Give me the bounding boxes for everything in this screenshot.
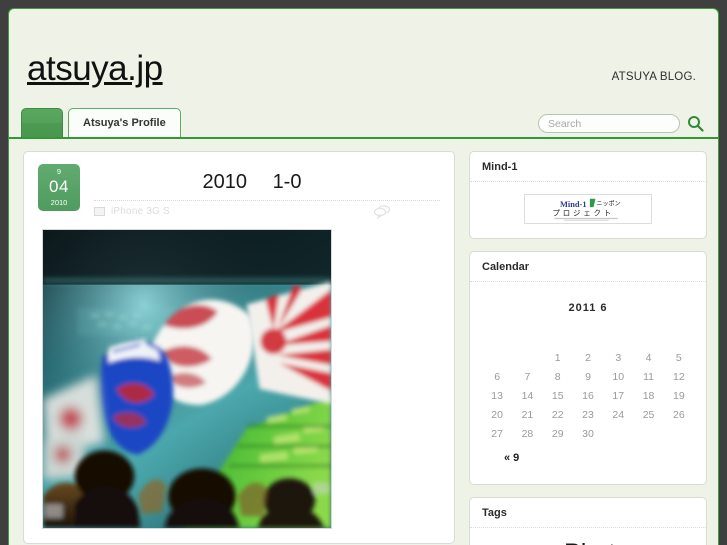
calendar-day-empty (482, 348, 512, 367)
nav-bar: Atsuya's Profile (9, 104, 718, 139)
post-date-day: 04 (49, 176, 69, 196)
calendar-prev-link[interactable]: « 9 (504, 452, 519, 464)
svg-text:プロジェクト: プロジェクト (553, 209, 615, 218)
calendar-day-23[interactable]: 23 (573, 405, 603, 424)
calendar-body: 1 2 3 4 5 6 7 8 9 10 11 12 13 14 15 16 17 18 19 20 21 22 23 24 2… (482, 348, 694, 443)
site-tagline: ATSUYA BLOG. (611, 71, 696, 83)
calendar-day-1[interactable]: 1 (543, 348, 573, 367)
calendar-weekday-1 (512, 332, 542, 348)
post-meta: iPhone 3G S (94, 200, 440, 220)
widget-calendar-title: Calendar (470, 252, 706, 282)
calendar-day-2[interactable]: 2 (573, 348, 603, 367)
calendar-day-26[interactable]: 26 (664, 405, 694, 424)
calendar-day-29[interactable]: 29 (543, 424, 573, 443)
calendar-day-10[interactable]: 10 (603, 367, 633, 386)
calendar-day-empty (633, 424, 663, 443)
calendar-weekday-6 (664, 332, 694, 348)
calendar-table: 2011 6 1 2 3 4 5 6 7 8 9 10 11 12 13 14 15 16 17 18 19 20 21… (482, 292, 694, 443)
calendar-day-5[interactable]: 5 (664, 348, 694, 367)
calendar-weekday-row (482, 332, 694, 348)
calendar-week-row: 6 7 8 9 10 11 12 (482, 367, 694, 386)
calendar-nav: « 9 (482, 443, 694, 472)
comment-bubble-icon[interactable] (372, 204, 392, 220)
calendar-week-row: 27 28 29 30 (482, 424, 694, 443)
calendar-week-row: 20 21 22 23 24 25 26 (482, 405, 694, 424)
calendar-day-30[interactable]: 30 (573, 424, 603, 443)
search-input[interactable] (538, 114, 680, 133)
search-button[interactable] (686, 115, 704, 133)
content-wrap: 9 04 2010 2010 1-0 iPhone 3G S Mind-1 Mi… (9, 139, 718, 545)
post-photo-frame[interactable] (42, 229, 332, 529)
sidebar: Mind-1 Mind-1 ニッポン プロジェクト Calendar 2011 … (469, 151, 707, 545)
nav-tab-profile[interactable]: Atsuya's Profile (68, 108, 181, 137)
nav-tab-profile-label: Atsuya's Profile (83, 117, 166, 129)
post-header-right: 2010 1-0 iPhone 3G S (94, 164, 440, 220)
calendar-day-11[interactable]: 11 (633, 367, 663, 386)
widget-calendar: Calendar 2011 6 1 2 3 4 5 6 7 8 9 10 11 12 13 14 15 16 1… (469, 251, 707, 485)
widget-calendar-body: 2011 6 1 2 3 4 5 6 7 8 9 10 11 12 13 14 15 16 17 18 19 20 21… (470, 282, 706, 484)
calendar-day-18[interactable]: 18 (633, 386, 663, 405)
calendar-day-20[interactable]: 20 (482, 405, 512, 424)
tab-list: Atsuya's Profile (21, 108, 181, 137)
widget-mind1-title: Mind-1 (470, 152, 706, 182)
calendar-day-7[interactable]: 7 (512, 367, 542, 386)
calendar-caption: 2011 6 (568, 302, 608, 314)
calendar-day-3[interactable]: 3 (603, 348, 633, 367)
widget-tags-body: FrontalePhotoSoccer (470, 528, 706, 545)
tag-cloud: FrontalePhotoSoccer (482, 538, 694, 545)
calendar-day-21[interactable]: 21 (512, 405, 542, 424)
main-column: 9 04 2010 2010 1-0 iPhone 3G S (23, 151, 455, 545)
site-header: atsuya.jp ATSUYA BLOG. (9, 9, 718, 104)
widget-tags: Tags FrontalePhotoSoccer (469, 497, 707, 545)
calendar-day-28[interactable]: 28 (512, 424, 542, 443)
folder-icon (94, 207, 105, 216)
calendar-day-27[interactable]: 27 (482, 424, 512, 443)
calendar-day-13[interactable]: 13 (482, 386, 512, 405)
svg-text:ニッポン: ニッポン (596, 199, 620, 207)
calendar-day-6[interactable]: 6 (482, 367, 512, 386)
mind1-banner-link[interactable]: Mind-1 ニッポン プロジェクト (482, 194, 694, 224)
calendar-day-8[interactable]: 8 (543, 367, 573, 386)
mind1-banner-image: Mind-1 ニッポン プロジェクト (524, 194, 652, 224)
stadium-flags-photo (43, 230, 331, 528)
calendar-day-19[interactable]: 19 (664, 386, 694, 405)
search-area (538, 114, 704, 133)
calendar-day-empty (603, 424, 633, 443)
post-title[interactable]: 2010 1-0 (94, 170, 440, 194)
calendar-weekday-5 (633, 332, 663, 348)
page-shell: atsuya.jp ATSUYA BLOG. Atsuya's Profile (8, 8, 719, 545)
widget-mind1-body: Mind-1 ニッポン プロジェクト (470, 182, 706, 238)
post-category-label[interactable]: iPhone 3G S (111, 206, 170, 217)
calendar-weekday-0 (482, 332, 512, 348)
widget-mind1: Mind-1 Mind-1 ニッポン プロジェクト (469, 151, 707, 239)
calendar-weekday-3 (573, 332, 603, 348)
tag-link-photo[interactable]: Photo (564, 539, 629, 545)
calendar-day-4[interactable]: 4 (633, 348, 663, 367)
nav-tab-home[interactable] (21, 108, 63, 137)
calendar-weekday-4 (603, 332, 633, 348)
site-title[interactable]: atsuya.jp (27, 51, 163, 86)
calendar-day-17[interactable]: 17 (603, 386, 633, 405)
calendar-day-14[interactable]: 14 (512, 386, 542, 405)
calendar-day-9[interactable]: 9 (573, 367, 603, 386)
post-date-badge: 9 04 2010 (38, 164, 80, 211)
calendar-weekday-2 (543, 332, 573, 348)
calendar-day-12[interactable]: 12 (664, 367, 694, 386)
calendar-day-22[interactable]: 22 (543, 405, 573, 424)
post-header: 9 04 2010 2010 1-0 iPhone 3G S (38, 164, 440, 220)
calendar-day-15[interactable]: 15 (543, 386, 573, 405)
calendar-day-25[interactable]: 25 (633, 405, 663, 424)
post-date-year: 2010 (50, 197, 68, 207)
calendar-day-empty (512, 348, 542, 367)
calendar-day-24[interactable]: 24 (603, 405, 633, 424)
calendar-week-row: 12345 (482, 348, 694, 367)
widget-tags-title: Tags (470, 498, 706, 528)
post-article: 9 04 2010 2010 1-0 iPhone 3G S (23, 151, 455, 544)
search-icon (687, 116, 704, 132)
calendar-week-row: 13 14 15 16 17 18 19 (482, 386, 694, 405)
calendar-day-empty (664, 424, 694, 443)
calendar-day-16[interactable]: 16 (573, 386, 603, 405)
post-date-month: 9 (56, 167, 62, 176)
post-body (38, 229, 440, 529)
